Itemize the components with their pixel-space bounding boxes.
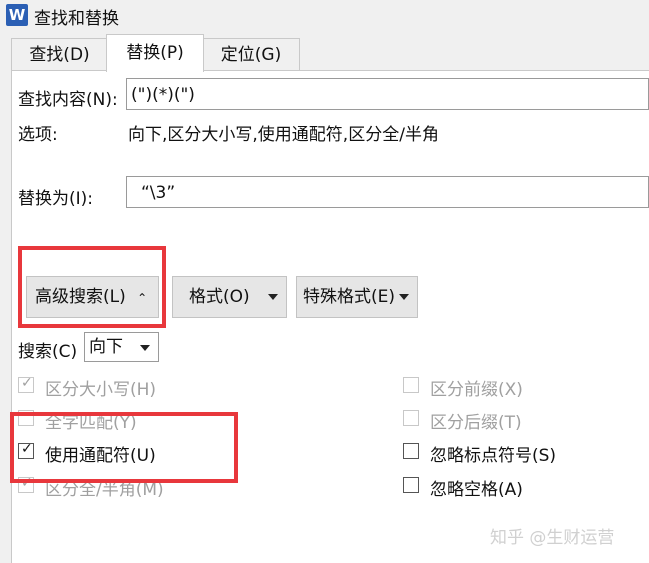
search-direction-select[interactable]: 向下 [84,332,159,362]
options-value: 向下,区分大小写,使用通配符,区分全/半角 [128,125,439,145]
chevron-down-icon [268,294,278,300]
prefix-checkbox[interactable] [403,377,419,393]
highlight-box-advanced [18,246,166,328]
window-title: 查找和替换 [34,9,119,29]
options-label: 选项: [18,125,58,145]
chevron-down-icon [140,345,150,351]
match-case-checkbox[interactable]: ✓ [18,375,34,393]
format-label: 格式(O) [189,287,250,307]
tab-goto[interactable]: 定位(G) [202,38,300,71]
highlight-box-wildcards [10,412,238,483]
tab-replace[interactable]: 替换(P) [106,34,204,72]
suffix-label: 区分后缀(T) [430,413,522,433]
special-format-label: 特殊格式(E) [303,287,396,307]
replace-label: 替换为(I): [18,189,94,209]
suffix-checkbox[interactable] [403,410,419,426]
watermark-text: 知乎 @生财运营 [490,528,615,548]
ignore-punctuation-label: 忽略标点符号(S) [430,446,557,466]
special-format-button[interactable]: 特殊格式(E) [296,276,418,318]
wps-writer-icon: W [6,4,28,26]
prefix-label: 区分前缀(X) [430,380,523,400]
match-case-label: 区分大小写(H) [45,380,157,400]
search-direction-label: 搜索(C) [18,342,78,362]
ignore-space-label: 忽略空格(A) [430,480,523,500]
find-label: 查找内容(N): [18,90,118,110]
check-icon: ✓ [21,375,33,391]
ignore-punctuation-checkbox[interactable] [403,443,419,459]
format-button[interactable]: 格式(O) [172,276,287,318]
search-direction-value: 向下 [89,337,123,357]
replace-input[interactable]: “\3” [126,176,649,208]
find-input[interactable]: (")(*)(") [126,78,649,110]
ignore-space-checkbox[interactable] [403,477,419,493]
tab-find[interactable]: 查找(D) [11,38,108,71]
chevron-down-icon [399,294,409,300]
